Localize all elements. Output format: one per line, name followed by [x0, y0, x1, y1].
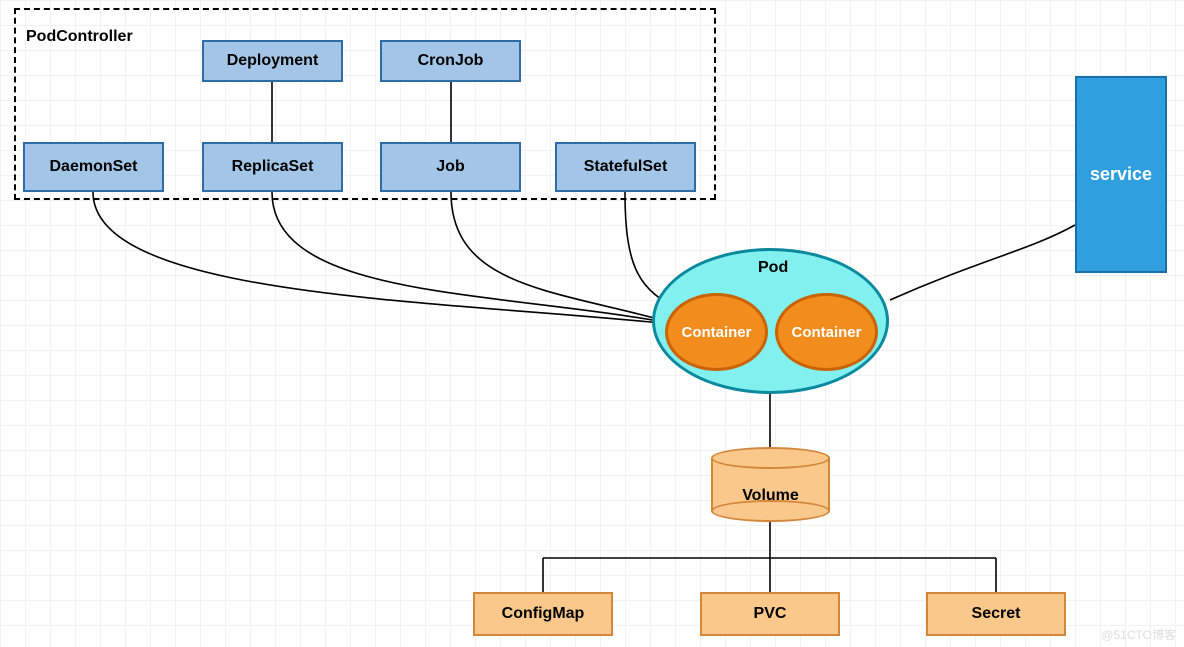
volume-label: Volume: [711, 487, 830, 505]
container-1: Container: [665, 293, 768, 371]
pod-label: Pod: [758, 259, 788, 277]
service-box: service: [1075, 76, 1167, 273]
deployment-box: Deployment: [202, 40, 343, 82]
podcontroller-title: PodController: [26, 28, 133, 46]
configmap-box: ConfigMap: [473, 592, 613, 636]
pvc-box: PVC: [700, 592, 840, 636]
job-box: Job: [380, 142, 521, 192]
volume-cylinder: Volume: [711, 447, 830, 522]
cronjob-box: CronJob: [380, 40, 521, 82]
daemonset-box: DaemonSet: [23, 142, 164, 192]
secret-box: Secret: [926, 592, 1066, 636]
replicaset-box: ReplicaSet: [202, 142, 343, 192]
container-2: Container: [775, 293, 878, 371]
watermark: @51CTO博客: [1101, 626, 1176, 643]
statefulset-box: StatefulSet: [555, 142, 696, 192]
